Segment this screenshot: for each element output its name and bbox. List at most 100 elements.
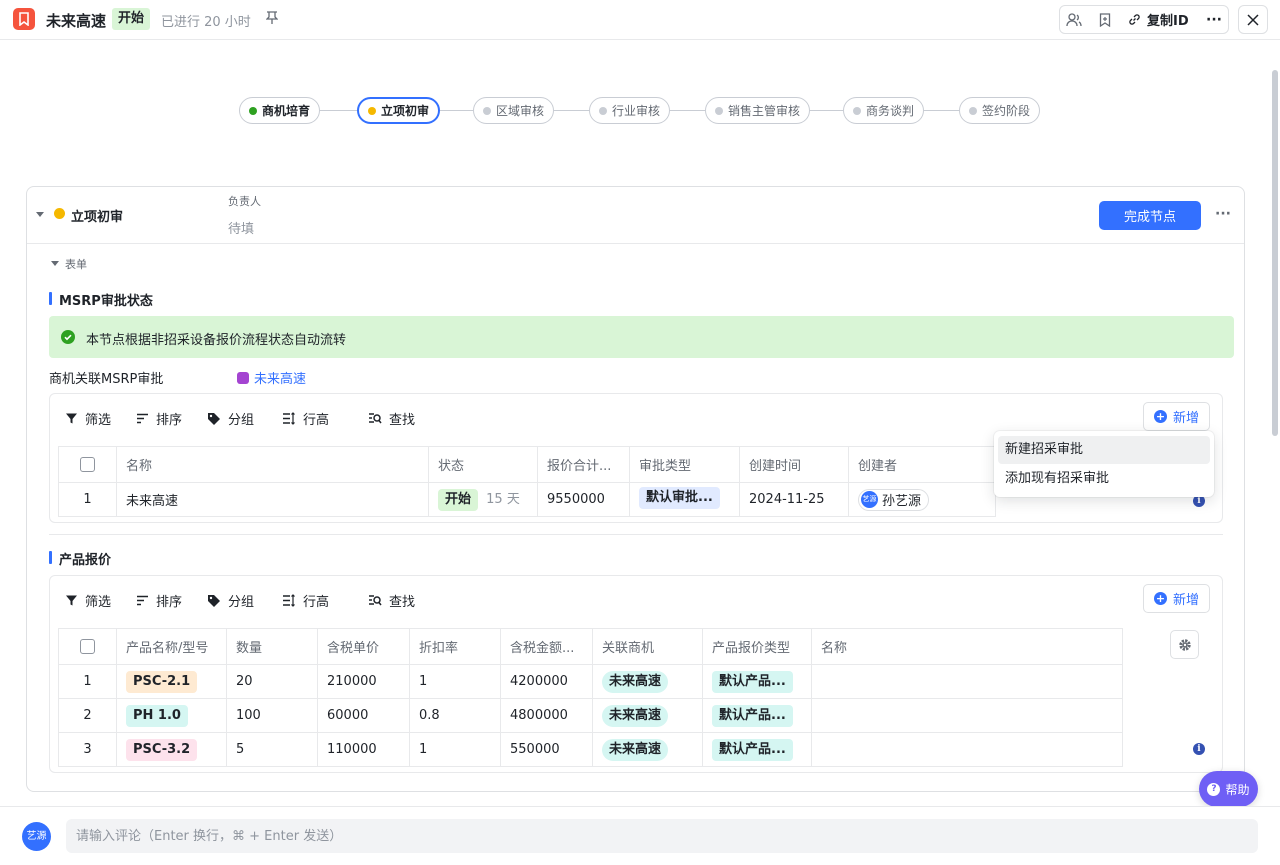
settings-gear-icon[interactable]: [1170, 630, 1199, 659]
cell-discount[interactable]: 1: [409, 732, 501, 767]
column-header[interactable]: 审批类型: [629, 446, 740, 483]
form-caret-icon[interactable]: [51, 261, 59, 266]
sort-icon: [137, 413, 148, 424]
menu-item-add-existing[interactable]: 添加现有招采审批: [998, 465, 1210, 493]
cell-name[interactable]: 未来高速: [116, 482, 429, 517]
row-height-label: 行高: [303, 595, 330, 610]
select-all-checkbox[interactable]: [80, 639, 95, 654]
cell-name[interactable]: [811, 732, 1123, 767]
cell-opportunity[interactable]: 未来高速: [592, 664, 703, 699]
search-button[interactable]: 查找: [368, 409, 415, 428]
search-button[interactable]: 查找: [368, 591, 415, 610]
close-icon[interactable]: [1238, 5, 1268, 34]
select-all-cell: [58, 446, 117, 483]
column-header[interactable]: 状态: [428, 446, 538, 483]
node-more-icon[interactable]: ···: [1215, 206, 1231, 222]
column-header[interactable]: 含税金额...: [500, 628, 593, 665]
column-header[interactable]: 报价合计...: [537, 446, 630, 483]
group-button[interactable]: 分组: [207, 591, 254, 610]
cell-creator[interactable]: 艺源 孙艺源: [848, 482, 996, 517]
stage-item-5[interactable]: 销售主管审核: [705, 97, 811, 124]
model-pill: PSC-2.1: [126, 670, 198, 693]
table-row[interactable]: 1 PSC-2.1 20 210000 1 4200000 未来高速 默认产品.…: [58, 664, 1123, 699]
column-header[interactable]: 名称: [116, 446, 429, 483]
cell-unit-price[interactable]: 60000: [317, 698, 410, 733]
table-row[interactable]: 1 未来高速 开始 15 天 9550000 默认审批... 2024-11-2…: [58, 482, 996, 517]
filter-button[interactable]: 筛选: [65, 591, 111, 610]
cell-model[interactable]: PSC-3.2: [116, 732, 227, 767]
cell-amount[interactable]: 4200000: [500, 664, 593, 699]
help-label: 帮助: [1225, 782, 1250, 797]
sort-button[interactable]: 排序: [136, 591, 182, 610]
column-header[interactable]: 含税单价: [317, 628, 410, 665]
info-icon[interactable]: i: [1193, 743, 1205, 755]
msrp-add-button[interactable]: + 新增: [1143, 402, 1211, 431]
sort-button[interactable]: 排序: [136, 409, 182, 428]
cell-qty[interactable]: 5: [226, 732, 318, 767]
column-header[interactable]: 名称: [811, 628, 1123, 665]
quote-add-button[interactable]: + 新增: [1143, 584, 1211, 613]
column-header[interactable]: 创建时间: [739, 446, 849, 483]
cell-opportunity[interactable]: 未来高速: [592, 698, 703, 733]
column-header[interactable]: 折扣率: [409, 628, 501, 665]
cell-created[interactable]: 2024-11-25: [739, 482, 849, 517]
help-button[interactable]: ? 帮助: [1199, 771, 1258, 807]
members-icon[interactable]: [1060, 6, 1088, 33]
cell-amount[interactable]: 4800000: [500, 698, 593, 733]
cell-approval-type[interactable]: 默认审批...: [629, 482, 740, 517]
column-header[interactable]: 产品报价类型: [702, 628, 812, 665]
column-header[interactable]: 关联商机: [592, 628, 703, 665]
copy-id-button[interactable]: 复制ID: [1128, 6, 1189, 33]
stage-pending-dot: [483, 106, 491, 115]
more-icon[interactable]: ···: [1200, 6, 1228, 33]
table-row[interactable]: 2 PH 1.0 100 60000 0.8 4800000 未来高速 默认产品…: [58, 698, 1123, 733]
cell-qty[interactable]: 100: [226, 698, 318, 733]
cell-unit-price[interactable]: 210000: [317, 664, 410, 699]
row-height-button[interactable]: 行高: [282, 591, 329, 610]
complete-node-button[interactable]: 完成节点: [1099, 201, 1201, 230]
column-header[interactable]: 数量: [226, 628, 318, 665]
column-header[interactable]: 创建者: [848, 446, 996, 483]
form-label[interactable]: 表单: [65, 256, 87, 272]
alert-text: 本节点根据非招采设备报价流程状态自动流转: [86, 333, 347, 348]
status-badge: 开始: [112, 8, 151, 30]
group-button[interactable]: 分组: [207, 409, 254, 428]
stage-item-4[interactable]: 行业审核: [589, 97, 671, 124]
row-height-button[interactable]: 行高: [282, 409, 329, 428]
cell-discount[interactable]: 1: [409, 664, 501, 699]
cell-opportunity[interactable]: 未来高速: [592, 732, 703, 767]
select-all-checkbox[interactable]: [80, 457, 95, 472]
page-title: 未来高速: [46, 12, 107, 30]
bookmark-icon[interactable]: [1094, 6, 1116, 33]
cell-unit-price[interactable]: 110000: [317, 732, 410, 767]
cell-total[interactable]: 9550000: [537, 482, 630, 517]
stage-item-2[interactable]: 立项初审: [357, 97, 441, 124]
scrollbar[interactable]: [1272, 70, 1278, 436]
cell-name[interactable]: [811, 698, 1123, 733]
cell-discount[interactable]: 0.8: [409, 698, 501, 733]
msrp-link[interactable]: 未来高速: [237, 368, 306, 387]
stage-item-3[interactable]: 区域审核: [473, 97, 555, 124]
cell-model[interactable]: PH 1.0: [116, 698, 227, 733]
cell-quote-type[interactable]: 默认产品...: [702, 732, 812, 767]
stage-item-7[interactable]: 签约阶段: [959, 97, 1041, 124]
creator-chip[interactable]: 艺源 孙艺源: [858, 488, 930, 511]
pin-icon[interactable]: [265, 11, 279, 29]
cell-name[interactable]: [811, 664, 1123, 699]
column-header[interactable]: 产品名称/型号: [116, 628, 227, 665]
stage-item-1[interactable]: 商机培育: [239, 97, 321, 124]
cell-amount[interactable]: 550000: [500, 732, 593, 767]
stage-item-6[interactable]: 商务谈判: [843, 97, 925, 124]
collapse-caret-icon[interactable]: [36, 212, 44, 217]
filter-button[interactable]: 筛选: [65, 409, 111, 428]
comment-input[interactable]: [66, 819, 1258, 853]
cell-quote-type[interactable]: 默认产品...: [702, 664, 812, 699]
cell-quote-type[interactable]: 默认产品...: [702, 698, 812, 733]
menu-item-new-procurement[interactable]: 新建招采审批: [998, 436, 1210, 464]
owner-field[interactable]: 待填: [228, 218, 254, 237]
cell-qty[interactable]: 20: [226, 664, 318, 699]
cell-model[interactable]: PSC-2.1: [116, 664, 227, 699]
cell-status[interactable]: 开始 15 天: [428, 482, 538, 517]
table-row[interactable]: 3 PSC-3.2 5 110000 1 550000 未来高速 默认产品...: [58, 732, 1123, 767]
quote-table-block: 筛选 排序 分组 行高 查找 + 新增 产品名称/型号 数量 含税单价 折扣率 …: [49, 575, 1223, 773]
